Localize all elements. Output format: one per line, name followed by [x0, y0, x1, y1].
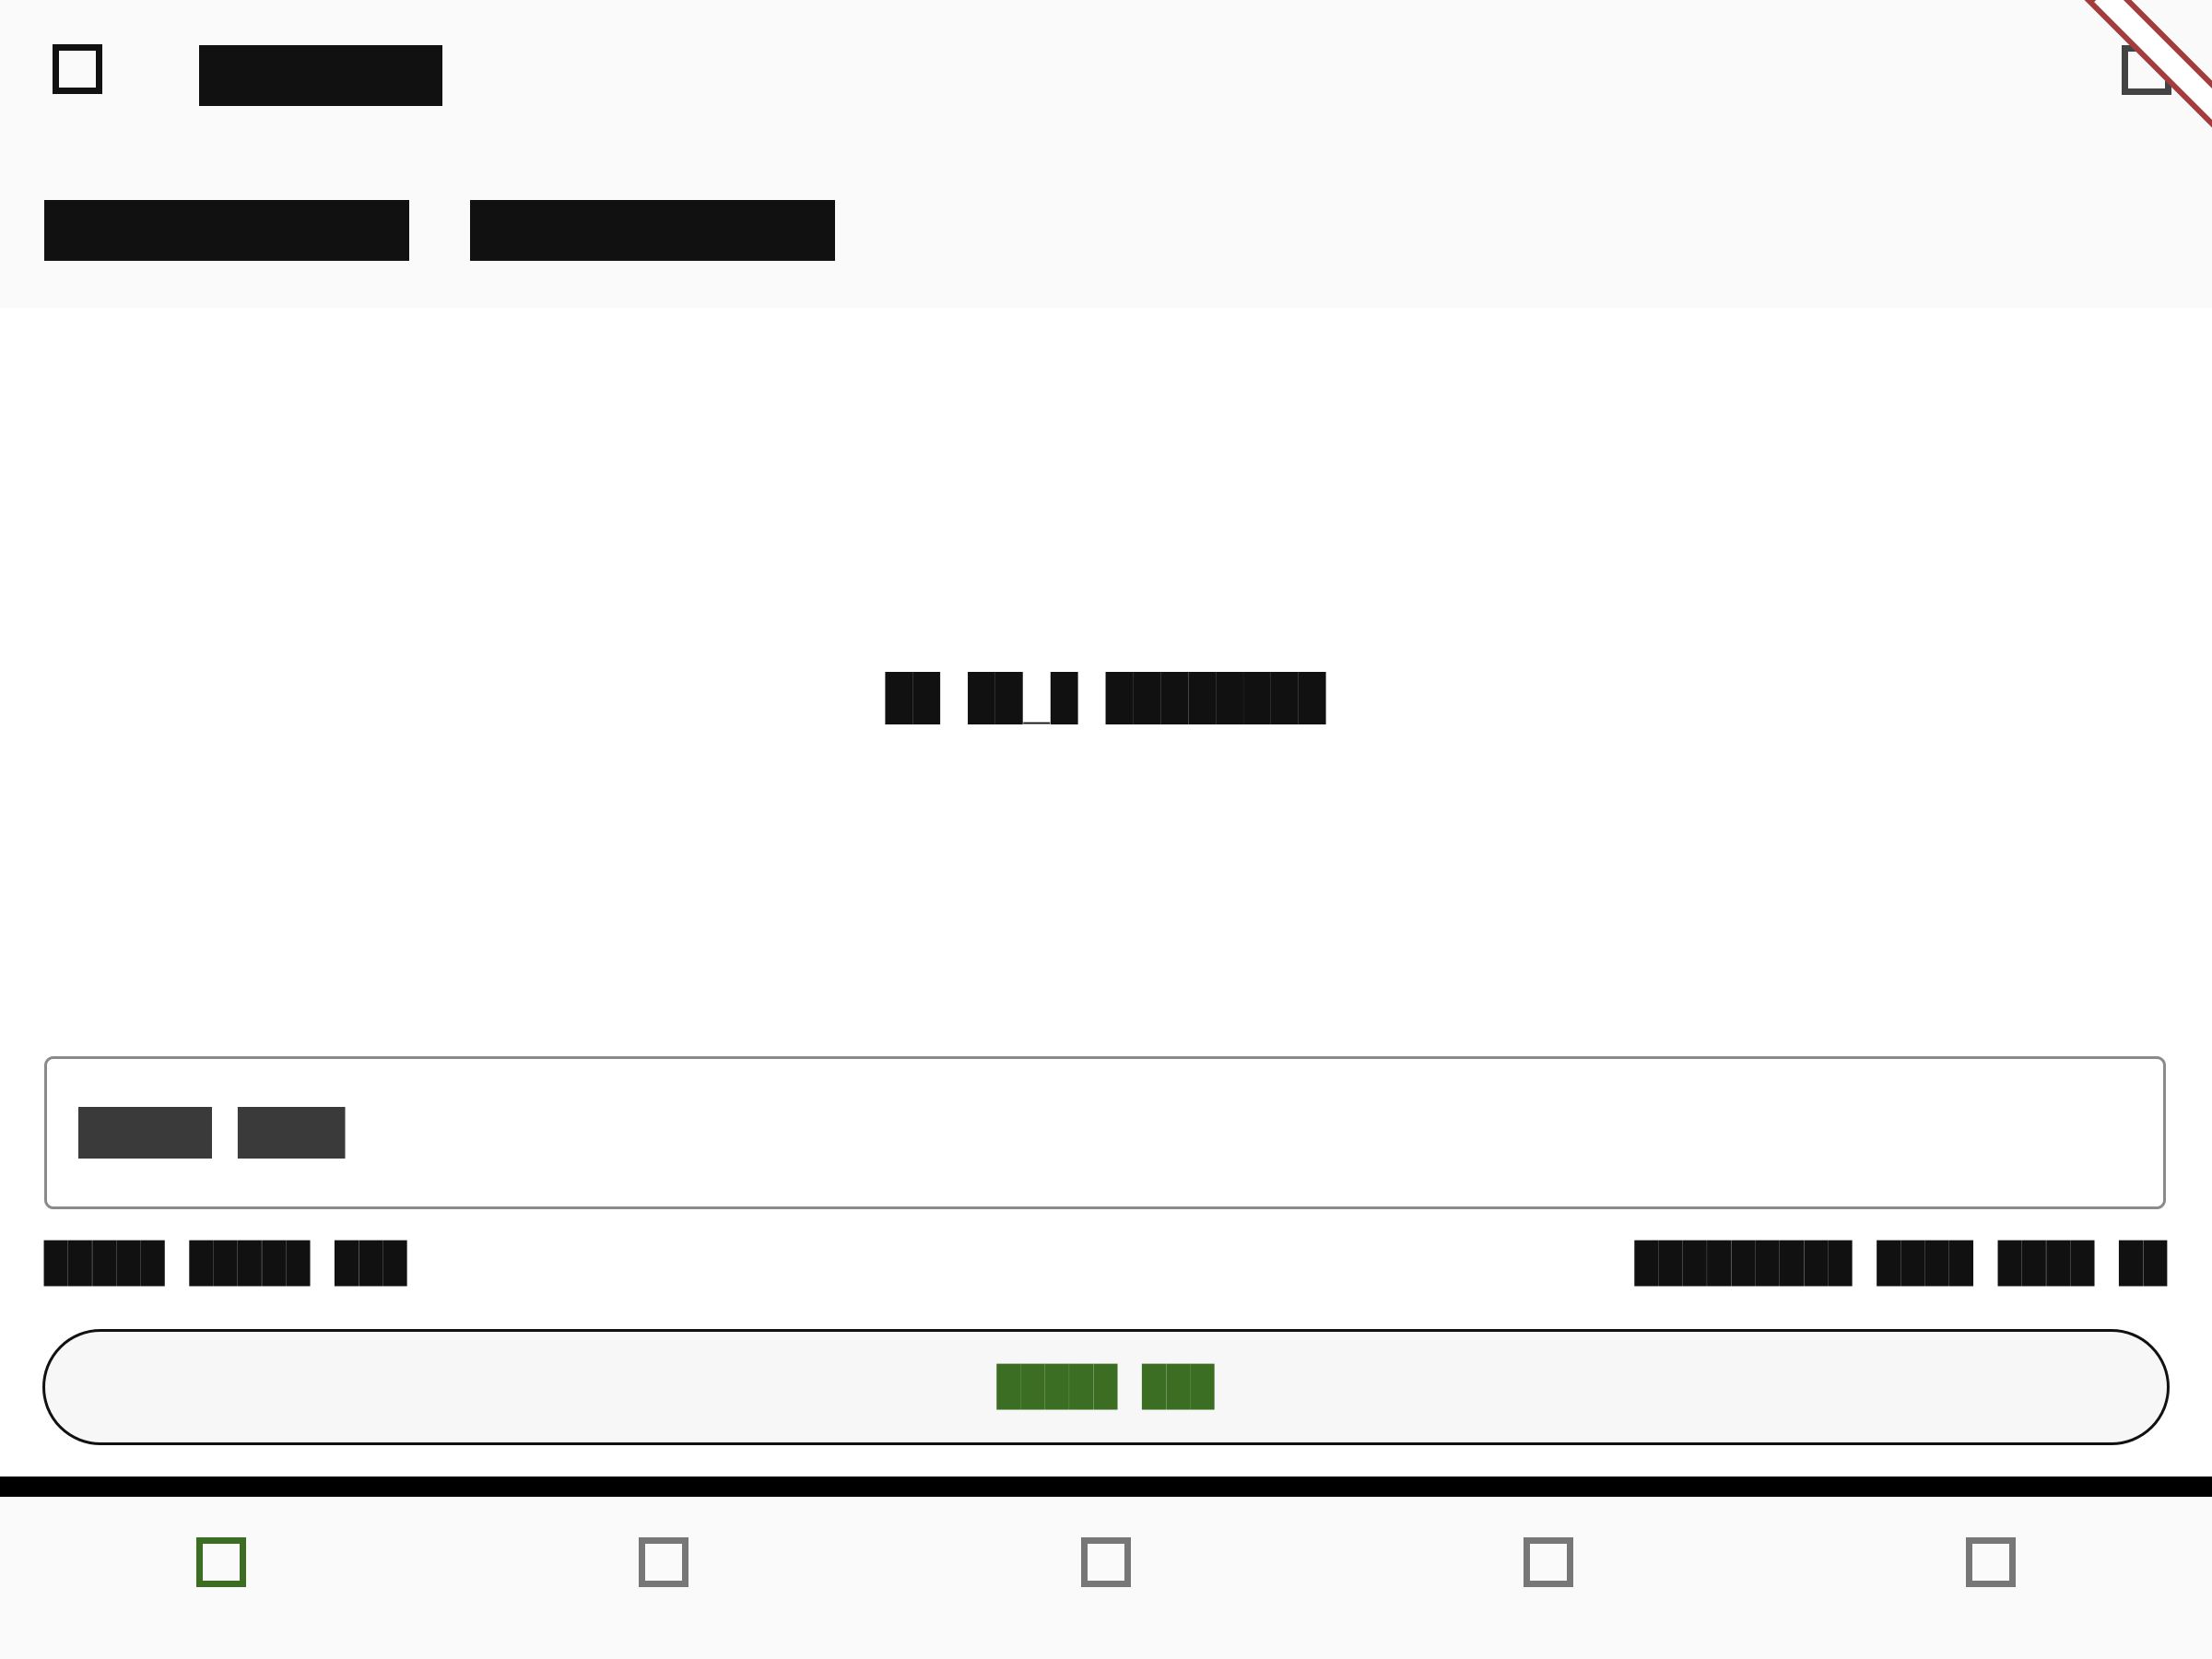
nav-item-add[interactable]: [885, 1497, 1327, 1659]
chart-icon: [1524, 1537, 1573, 1587]
tab-first[interactable]: █████████: [44, 200, 409, 261]
add-icon: [1081, 1537, 1131, 1587]
nav-item-list[interactable]: [442, 1497, 885, 1659]
bottom-nav-divider: [0, 1477, 2212, 1497]
home-icon: [196, 1537, 246, 1587]
primary-action-button[interactable]: █████ ███: [42, 1329, 2170, 1445]
bottom-navigation: [0, 1497, 2212, 1659]
nav-item-profile[interactable]: [1770, 1497, 2212, 1659]
tab-bar: █████████ █████████: [44, 200, 835, 261]
nav-item-chart[interactable]: [1327, 1497, 1770, 1659]
app-title: ██████: [199, 45, 442, 106]
app-header: ██████ █████████ █████████: [0, 0, 2212, 308]
empty-state-message: ██ ██_█ ████████: [885, 673, 1327, 724]
input-hint-right: █████████ ████ ████ ██: [1634, 1241, 2168, 1286]
primary-action-label: █████ ███: [996, 1364, 1216, 1409]
text-input[interactable]: [47, 1059, 2163, 1206]
input-hint-left: █████ █████ ███: [44, 1241, 408, 1286]
text-input-container: [44, 1056, 2166, 1209]
menu-icon[interactable]: [53, 44, 102, 94]
profile-icon: [1966, 1537, 2016, 1587]
list-icon: [639, 1537, 688, 1587]
tab-second[interactable]: █████████: [470, 200, 835, 261]
nav-item-home[interactable]: [0, 1497, 442, 1659]
